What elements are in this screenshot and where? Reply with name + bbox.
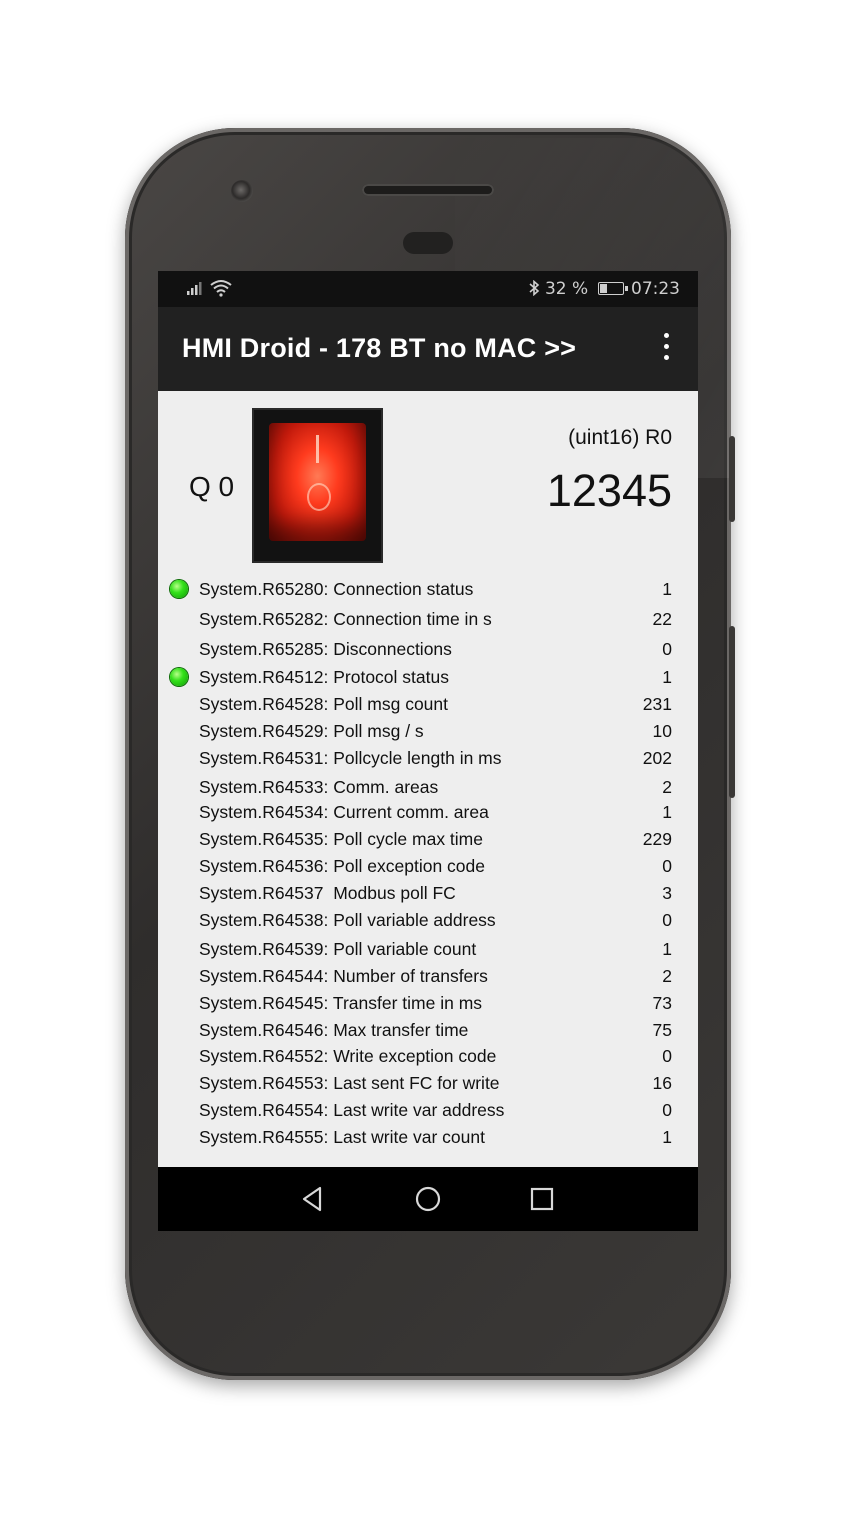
register-label: System.R64539: Poll variable count: [199, 939, 477, 959]
register-value-cell: 231: [642, 694, 672, 714]
screen: 32 % 07:23 HMI Droid - 178 BT no MAC >> …: [158, 271, 698, 1231]
register-value-cell: 1: [662, 667, 672, 687]
register-value-cell: 3: [662, 883, 672, 903]
register-label: System.R64529: Poll msg / s: [199, 721, 424, 741]
register-label: System.R64538: Poll variable address: [199, 910, 496, 930]
register-label: System.R64554: Last write var address: [199, 1100, 505, 1120]
register-value-cell: 2: [662, 777, 672, 797]
register-row[interactable]: System.R64546: Max transfer time 75: [158, 1018, 698, 1044]
register-label: System.R65280: Connection status: [199, 579, 474, 599]
register-row[interactable]: System.R65282: Connection time in s 22: [158, 607, 698, 633]
register-row[interactable]: System.R64537 Modbus poll FC 3: [158, 881, 698, 907]
register-row[interactable]: System.R64555: Last write var count 1: [158, 1125, 698, 1151]
register-label: System.R64537 Modbus poll FC: [199, 883, 456, 903]
status-bar: 32 % 07:23: [158, 271, 698, 307]
register-label: System.R64544: Number of transfers: [199, 966, 488, 986]
register-row[interactable]: System.R64535: Poll cycle max time 229: [158, 827, 698, 853]
register-row[interactable]: System.R64538: Poll variable address 0: [158, 908, 698, 934]
status-led-icon: [170, 580, 188, 598]
register-row[interactable]: System.R65280: Connection status 1: [158, 577, 698, 603]
register-value-cell: 16: [652, 1073, 672, 1093]
register-row[interactable]: System.R64512: Protocol status 1: [158, 665, 698, 691]
battery-percent: 32 %: [544, 279, 589, 299]
home-circle-icon[interactable]: [412, 1183, 444, 1215]
register-label: System.R64533: Comm. areas: [199, 777, 439, 797]
register-value-cell: 22: [652, 609, 672, 629]
app-bar: HMI Droid - 178 BT no MAC >>: [158, 307, 698, 391]
bluetooth-icon: [528, 279, 545, 299]
battery-icon: [597, 282, 628, 295]
switch-label: Q 0: [189, 471, 235, 502]
register-row[interactable]: System.R64552: Write exception code 0: [158, 1044, 698, 1070]
back-triangle-icon[interactable]: [298, 1183, 330, 1215]
register-value-cell: 0: [662, 1046, 672, 1066]
register-label: System.R64512: Protocol status: [199, 667, 449, 687]
rocker-switch-lamp: [269, 423, 366, 541]
earpiece-speaker: [362, 184, 494, 196]
register-label: System.R64534: Current comm. area: [199, 802, 489, 822]
switch-on-mark: [316, 435, 319, 463]
register-row[interactable]: System.R64533: Comm. areas 2: [158, 775, 698, 801]
register-label: System.R65285: Disconnections: [199, 639, 452, 659]
recents-square-icon[interactable]: [526, 1183, 558, 1215]
register-label: System.R64553: Last sent FC for write: [199, 1073, 500, 1093]
app-title[interactable]: HMI Droid - 178 BT no MAC >>: [182, 333, 576, 364]
volume-button: [729, 626, 735, 798]
register-value-cell: 202: [642, 748, 672, 768]
register-row[interactable]: System.R64536: Poll exception code 0: [158, 854, 698, 880]
register-value-cell: 0: [662, 639, 672, 659]
register-row[interactable]: System.R64554: Last write var address 0: [158, 1098, 698, 1124]
register-value-cell: 1: [662, 579, 672, 599]
switch-off-mark: [307, 483, 331, 511]
register-label: System.R64536: Poll exception code: [199, 856, 485, 876]
more-vert-icon[interactable]: [654, 333, 678, 363]
status-right: 32 % 07:23: [528, 279, 680, 299]
register-value-cell: 1: [662, 1127, 672, 1147]
register-type: (uint16) R0: [568, 426, 672, 449]
register-label: System.R64552: Write exception code: [199, 1046, 497, 1066]
register-value-cell: 75: [652, 1020, 672, 1040]
status-led-icon: [170, 668, 188, 686]
register-label: System.R64545: Transfer time in ms: [199, 993, 483, 1013]
register-row[interactable]: System.R64545: Transfer time in ms 73: [158, 991, 698, 1017]
register-label: System.R64531: Pollcycle length in ms: [199, 748, 502, 768]
proximity-sensor: [403, 232, 453, 254]
rocker-switch[interactable]: [252, 408, 383, 563]
clock: 07:23: [631, 279, 680, 299]
register-label: System.R64528: Poll msg count: [199, 694, 449, 714]
signal-bars-icon: [186, 280, 206, 301]
register-value-cell: 0: [662, 910, 672, 930]
register-row[interactable]: System.R65285: Disconnections 0: [158, 637, 698, 663]
register-row[interactable]: System.R64528: Poll msg count 231: [158, 692, 698, 718]
register-value-cell: 2: [662, 966, 672, 986]
register-value-cell: 0: [662, 856, 672, 876]
register-value: 12345: [546, 465, 672, 516]
register-label: System.R64555: Last write var count: [199, 1127, 485, 1147]
navigation-bar: [158, 1167, 698, 1231]
register-value-cell: 1: [662, 939, 672, 959]
register-value-cell: 73: [652, 993, 672, 1013]
register-row[interactable]: System.R64553: Last sent FC for write 16: [158, 1071, 698, 1097]
register-row[interactable]: System.R64544: Number of transfers 2: [158, 964, 698, 990]
register-value-cell: 1: [662, 802, 672, 822]
register-label: System.R64535: Poll cycle max time: [199, 829, 483, 849]
register-value-cell: 229: [642, 829, 672, 849]
register-row[interactable]: System.R64534: Current comm. area 1: [158, 800, 698, 826]
main-content: Q 0 (uint16) R0 12345 System.R65280: Con…: [158, 391, 698, 1167]
register-row[interactable]: System.R64539: Poll variable count 1: [158, 937, 698, 963]
register-value-cell: 0: [662, 1100, 672, 1120]
register-label: System.R64546: Max transfer time: [199, 1020, 469, 1040]
register-label: System.R65282: Connection time in s: [199, 609, 492, 629]
wifi-icon: [210, 279, 232, 302]
power-button: [729, 436, 735, 522]
register-row[interactable]: System.R64531: Pollcycle length in ms 202: [158, 746, 698, 772]
register-row[interactable]: System.R64529: Poll msg / s 10: [158, 719, 698, 745]
register-value-cell: 10: [652, 721, 672, 741]
front-camera: [231, 180, 253, 202]
